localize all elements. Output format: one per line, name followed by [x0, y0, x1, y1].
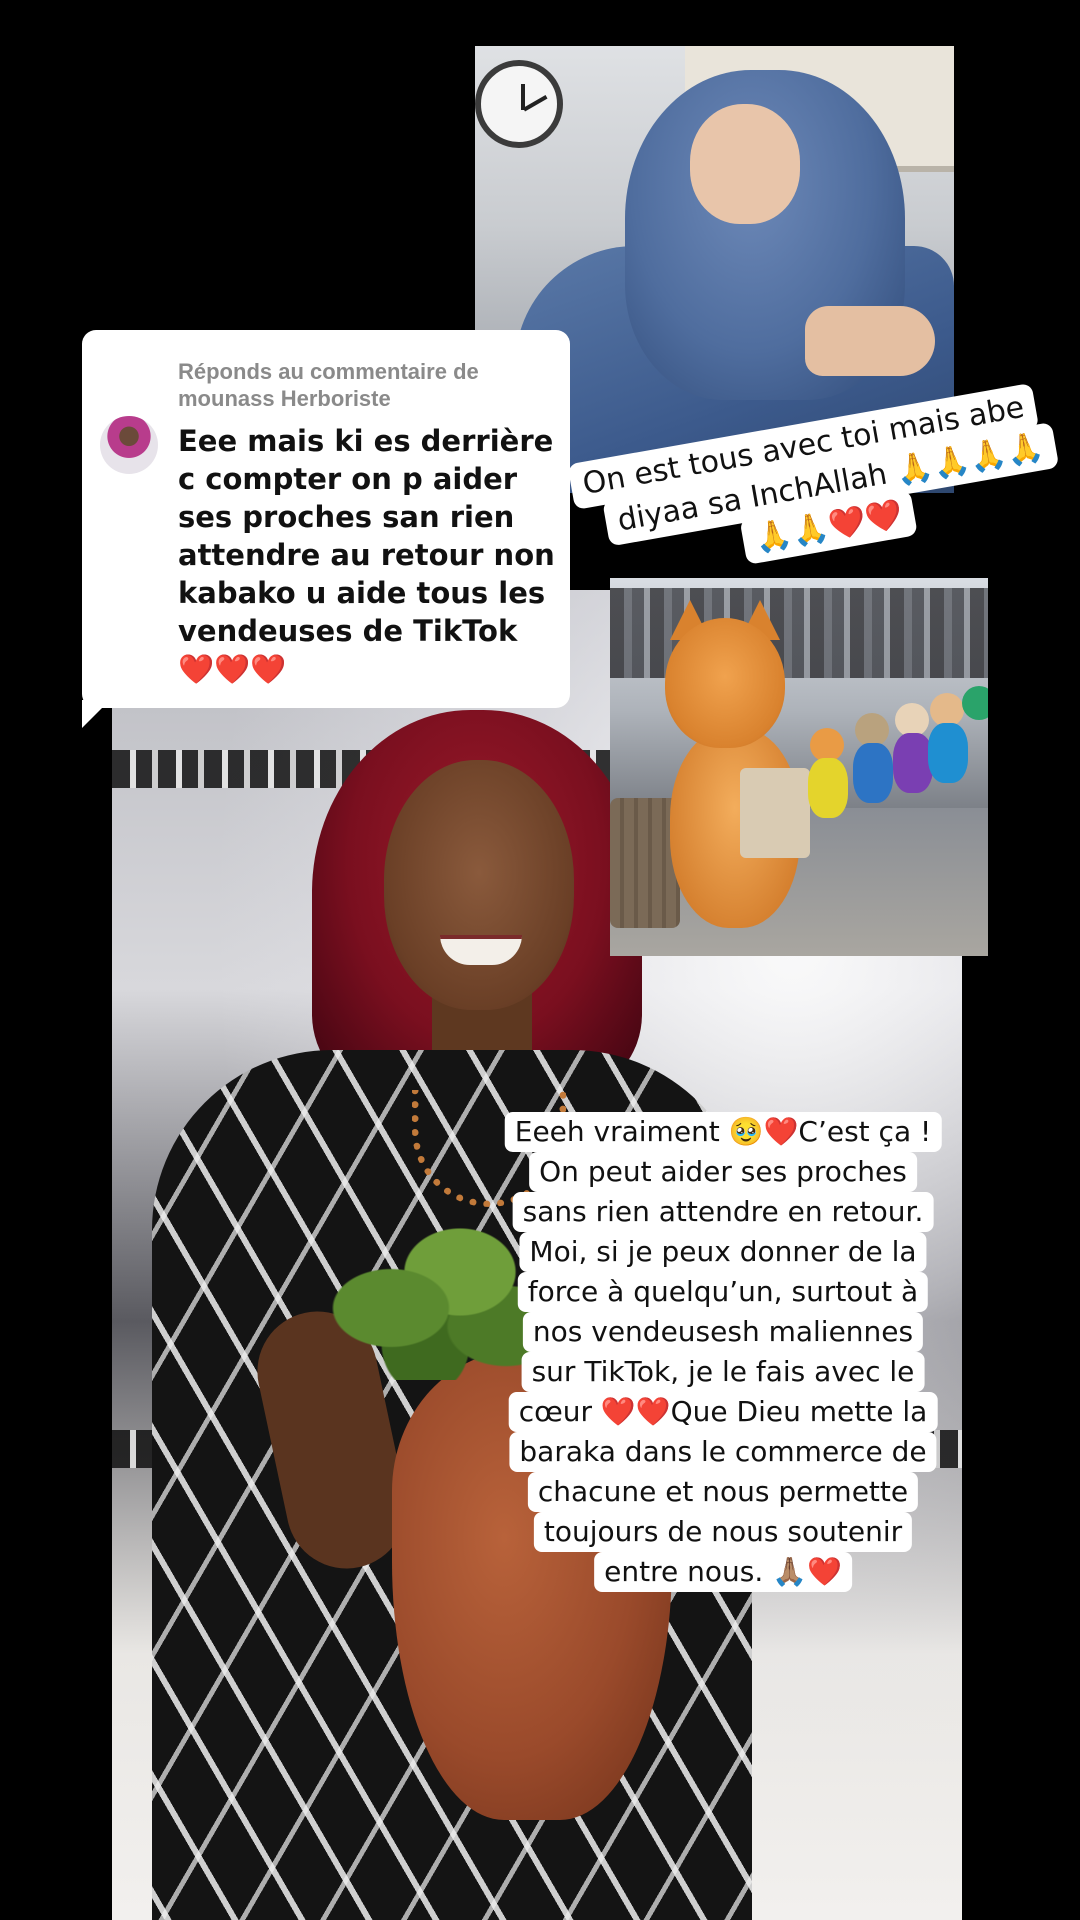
- caption-line: On peut aider ses proches: [529, 1152, 917, 1192]
- comment-card-tail: [82, 700, 110, 728]
- wall-clock-icon: [475, 60, 563, 148]
- kitten-head: [895, 703, 929, 737]
- face: [690, 104, 800, 224]
- caption-line: cœur ❤️❤️Que Dieu mette la: [508, 1392, 938, 1432]
- kitten-head: [810, 728, 844, 762]
- kitten-body: [808, 758, 848, 818]
- kitten-head: [962, 686, 988, 720]
- kitten-head: [930, 693, 964, 727]
- kitten-body: [928, 723, 968, 783]
- hand: [805, 306, 935, 376]
- caption-line: sans rien attendre en retour.: [512, 1192, 934, 1232]
- kitten-body: [853, 743, 893, 803]
- cat-travel-photo: [610, 578, 988, 956]
- caption-line: entre nous. 🙏🏽❤️: [594, 1552, 852, 1592]
- clock-hand: [523, 95, 548, 112]
- cat-head: [665, 618, 785, 748]
- handbag: [740, 768, 810, 858]
- caption-line: Moi, si je peux donner de la: [519, 1232, 927, 1272]
- caption-line: Eeeh vraiment 🥹❤️C’est ça !: [504, 1112, 942, 1152]
- comment-text: Eee mais ki es derrière c compter on p a…: [178, 424, 555, 686]
- caption-line: chacune et nous permette: [527, 1472, 919, 1512]
- caption-line: sur TikTok, je le fais avec le: [521, 1352, 925, 1392]
- caption-line: baraka dans le commerce de: [509, 1432, 937, 1472]
- caption-line: force à quelqu’un, surtout à: [517, 1272, 929, 1312]
- comment-reply-card[interactable]: Réponds au commentaire de mounass Herbor…: [82, 330, 570, 708]
- caption-line: toujours de nous soutenir: [533, 1512, 913, 1552]
- reply-label: Réponds au commentaire de mounass Herbor…: [178, 359, 479, 411]
- face: [384, 760, 574, 1010]
- kitten-head: [855, 713, 889, 747]
- caption-line: nos vendeusesh maliennes: [522, 1312, 924, 1352]
- kitten-body: [893, 733, 933, 793]
- avatar[interactable]: [100, 416, 158, 474]
